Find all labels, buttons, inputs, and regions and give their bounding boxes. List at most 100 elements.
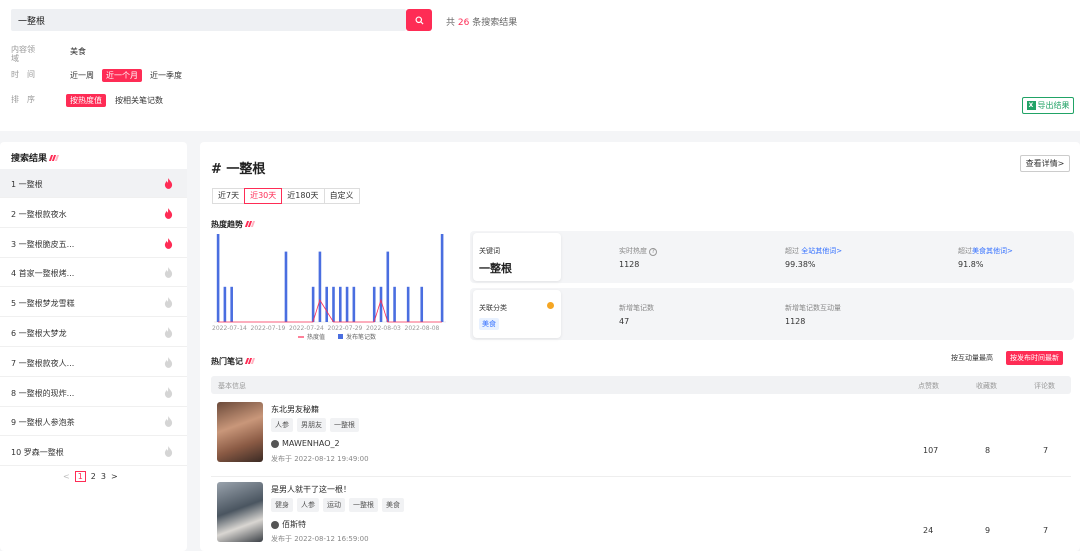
page-3[interactable]: 3	[101, 472, 106, 481]
x-tick-label: 2022-07-19	[251, 325, 286, 332]
next-page-icon[interactable]: >	[111, 472, 118, 481]
x-tick-label: 2022-08-08	[405, 325, 440, 332]
bar	[440, 234, 444, 322]
title-decoration	[48, 154, 64, 161]
list-item[interactable]: 10 罗森一整根	[0, 437, 187, 467]
note-author[interactable]: 佰斯特	[271, 519, 306, 530]
period-tabs: 近7天 近30天 近180天 自定义	[212, 188, 360, 204]
note-time: 发布于 2022-08-12 16:59:00	[271, 535, 369, 543]
flame-icon	[164, 446, 173, 458]
tab-7d[interactable]: 近7天	[212, 188, 246, 204]
beat-all-value: 99.38%	[785, 260, 816, 269]
time-label: 时 间	[11, 70, 35, 79]
bar	[393, 286, 396, 322]
bar	[284, 251, 288, 322]
beat-category-value: 91.8%	[958, 260, 984, 269]
list-item-label: 4 首家一整根烤...	[11, 269, 75, 279]
list-item[interactable]: 9 一整根人参泡茶	[0, 407, 187, 437]
header-favs: 收藏数	[976, 382, 997, 390]
page-1[interactable]: 1	[74, 471, 86, 482]
bar	[318, 251, 322, 322]
table-row[interactable]: 东北男友秘籍 人参 男朋友 一整根 MAWENHAO_2 发布于 2022-08-12 1…	[211, 396, 1071, 477]
header-likes: 点赞数	[918, 382, 939, 390]
time-option-month[interactable]: 近一个月	[102, 69, 142, 82]
excel-icon: X	[1026, 101, 1036, 110]
help-icon[interactable]: ?	[649, 248, 658, 256]
note-title[interactable]: 是男人就干了这一根！	[271, 484, 351, 495]
note-tag[interactable]: 人参	[271, 418, 293, 432]
sort-by-interaction[interactable]: 按互动量最高	[951, 353, 993, 363]
keyword-caption: 关键词	[479, 247, 500, 255]
note-tag[interactable]: 一整根	[330, 418, 359, 432]
search-input[interactable]: 一整根	[11, 9, 406, 31]
notes-table-header: 基本信息 点赞数 收藏数 评论数	[211, 376, 1071, 394]
export-button[interactable]: X 导出结果	[1022, 97, 1074, 114]
sort-option-heat[interactable]: 按热度值	[66, 94, 106, 107]
note-favs: 9	[985, 526, 991, 535]
note-tag[interactable]: 健身	[271, 498, 293, 512]
page-2[interactable]: 2	[91, 472, 96, 481]
beat-all-link[interactable]: 全站其他词>	[801, 247, 842, 255]
bar	[352, 286, 356, 322]
note-tags: 健身 人参 运动 一整根 美食	[271, 498, 404, 512]
category-tag[interactable]: 美食	[479, 318, 499, 330]
note-title[interactable]: 东北男友秘籍	[271, 404, 319, 415]
table-row[interactable]: 是男人就干了这一根！ 健身 人参 运动 一整根 美食 佰斯特 发布于 2022-08-12 1…	[211, 476, 1071, 551]
bar	[406, 286, 410, 322]
results-title: 搜索结果	[11, 151, 64, 164]
bar	[338, 286, 342, 322]
filter-panel: 一整根 共 26 条搜索结果 内容领域 美食 时 间 近一周 近一个月 近一季度…	[0, 0, 1080, 131]
new-notes-value: 47	[619, 317, 630, 326]
beat-category-link[interactable]: 美食其他词>	[972, 247, 1013, 255]
tab-custom[interactable]: 自定义	[323, 188, 360, 204]
prev-page-icon[interactable]: <	[63, 472, 70, 481]
view-details-button[interactable]: 查看详情>	[1020, 155, 1070, 172]
list-item[interactable]: 5 一整根梦龙雪糕	[0, 288, 187, 318]
note-author[interactable]: MAWENHAO_2	[271, 439, 340, 448]
tab-180d[interactable]: 近180天	[281, 188, 325, 204]
bar	[325, 286, 329, 322]
flame-icon	[164, 297, 173, 309]
list-item[interactable]: 3 一整根脆皮五...	[0, 229, 187, 258]
avatar	[271, 520, 279, 529]
sort-by-time[interactable]: 按发布时间最新	[1006, 351, 1063, 365]
note-tag[interactable]: 人参	[297, 498, 319, 512]
list-item[interactable]: 4 首家一整根烤...	[0, 258, 187, 288]
time-option-quarter[interactable]: 近一季度	[146, 69, 186, 82]
bar	[386, 251, 390, 322]
search-button[interactable]	[406, 9, 432, 31]
list-item[interactable]: 1 一整根	[0, 169, 187, 198]
note-tag[interactable]: 运动	[323, 498, 345, 512]
note-tag[interactable]: 男朋友	[297, 418, 326, 432]
keyword-value: 一整根	[479, 262, 512, 275]
x-tick-label: 2022-07-29	[328, 325, 363, 332]
trend-title: 热度趋势	[211, 219, 260, 230]
category-card: 关联分类 美食 新增笔记数 47 新增笔记数互动量 1128	[470, 288, 1074, 340]
note-tag[interactable]: 美食	[382, 498, 404, 512]
domain-value[interactable]: 美食	[70, 46, 86, 57]
flame-icon	[164, 267, 173, 279]
domain-label: 内容领域	[11, 45, 35, 63]
list-item-label: 10 罗森一整根	[11, 448, 64, 458]
pagination: < 1 2 3 >	[63, 471, 118, 482]
note-tag[interactable]: 一整根	[349, 498, 378, 512]
x-tick-label: 2022-08-03	[366, 325, 401, 332]
realtime-heat-label: 实时热度 ?	[619, 246, 658, 256]
hot-flame-icon	[164, 178, 173, 189]
tab-30d[interactable]: 近30天	[244, 188, 283, 204]
sort-option-notes[interactable]: 按相关笔记数	[111, 94, 167, 107]
legend-notes-label: 发布笔记数	[346, 333, 376, 341]
list-item[interactable]: 8 一整根的现炸...	[0, 378, 187, 407]
results-panel: 搜索结果 1 一整根 2 一整根款夜水 3 一整根脆皮五... 4 首家一整根烤...…	[0, 142, 187, 551]
list-item-label: 7 一整根款夜人...	[11, 358, 75, 368]
note-favs: 8	[985, 446, 991, 455]
note-thumbnail[interactable]	[217, 402, 263, 462]
time-option-week[interactable]: 近一周	[66, 69, 98, 82]
list-item[interactable]: 6 一整根大梦龙	[0, 318, 187, 347]
note-thumbnail[interactable]	[217, 482, 263, 542]
list-item[interactable]: 7 一整根款夜人...	[0, 348, 187, 377]
note-likes: 107	[923, 446, 939, 455]
flame-icon	[164, 416, 173, 428]
list-item[interactable]: 2 一整根款夜水	[0, 199, 187, 228]
legend-heat-label: 热度值	[307, 333, 325, 341]
